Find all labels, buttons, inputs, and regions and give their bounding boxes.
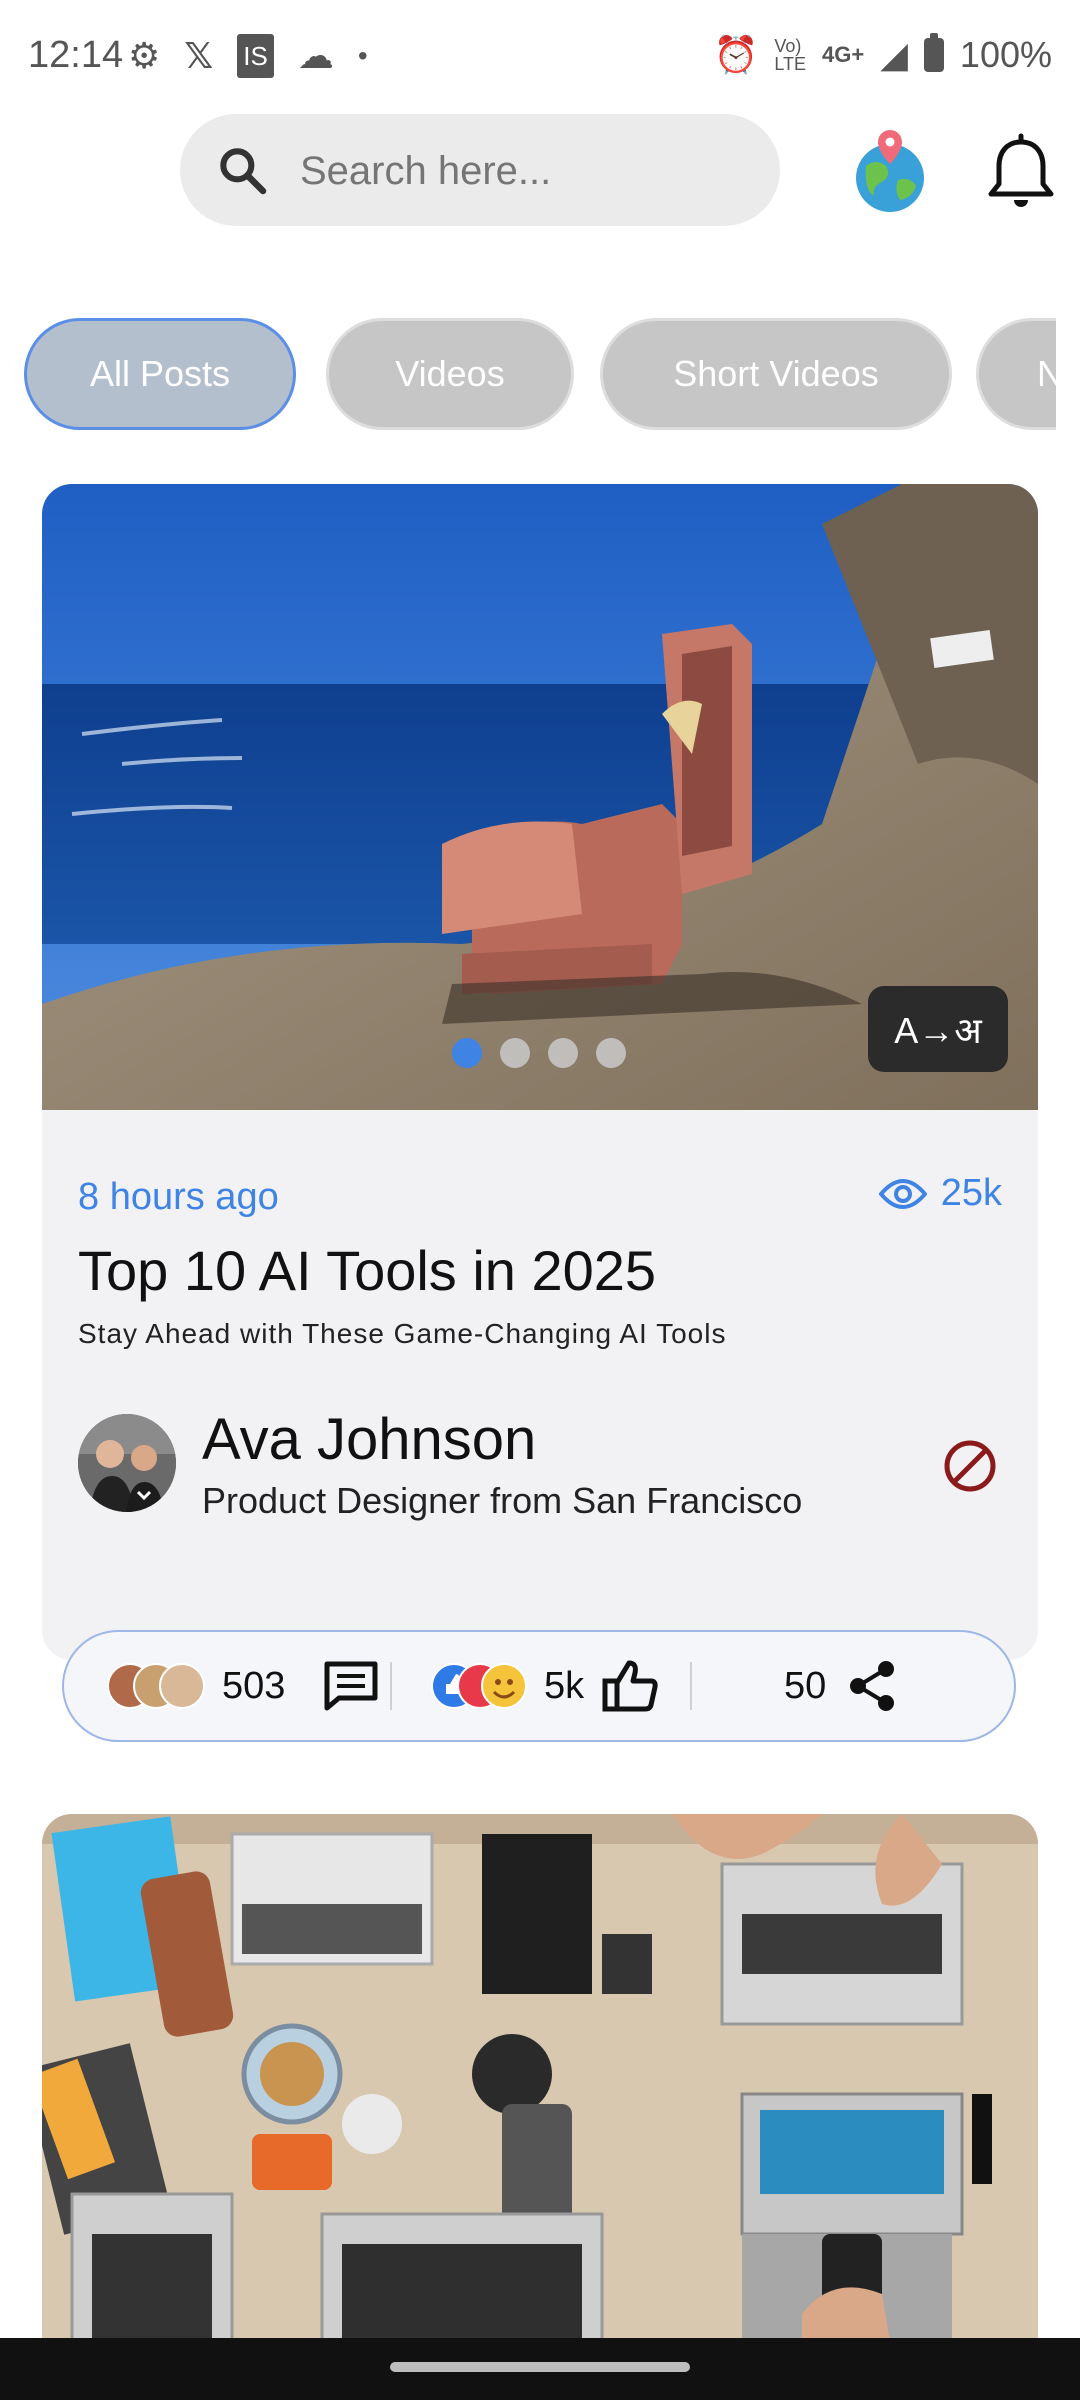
divider <box>690 1662 692 1710</box>
reaction-group[interactable]: 5k <box>430 1632 660 1740</box>
volte-icon: Vo) LTE <box>774 36 807 74</box>
share-group[interactable]: 50 <box>784 1632 898 1740</box>
home-gesture-handle[interactable] <box>390 2362 690 2372</box>
like-icon[interactable] <box>602 1659 660 1713</box>
battery-level: 100% <box>959 34 1052 75</box>
view-count-value: 25k <box>940 1172 1002 1214</box>
post-title[interactable]: Top 10 AI Tools in 2025 <box>78 1238 656 1303</box>
x-icon: 𝕏 <box>184 35 214 76</box>
post-card[interactable]: A→अ 8 hours ago 25k Top 10 AI Tools in 2… <box>42 484 1038 1660</box>
carousel-indicator <box>452 1038 626 1068</box>
battery-icon <box>923 33 944 72</box>
carousel-dot[interactable] <box>548 1038 578 1068</box>
is-icon: IS <box>237 34 274 78</box>
comment-icon[interactable] <box>323 1660 379 1712</box>
bell-icon[interactable] <box>986 132 1056 212</box>
comment-group[interactable]: 503 <box>108 1632 379 1740</box>
tab-more[interactable]: N <box>976 318 1056 430</box>
view-count: 25k <box>878 1172 1002 1215</box>
divider <box>390 1662 392 1710</box>
cloud-icon: ☁ <box>297 35 334 76</box>
alarm-icon: ⏰ <box>713 34 759 75</box>
gear-icon: ⚙ <box>128 35 161 76</box>
post-time: 8 hours ago <box>78 1176 279 1218</box>
status-right-icons: ⏰ Vo) LTE 4G+ ◢ 100% <box>713 33 1052 76</box>
avatar[interactable] <box>78 1414 176 1512</box>
tab-short-videos[interactable]: Short Videos <box>600 318 952 430</box>
globe-location-icon[interactable] <box>852 128 928 214</box>
post-image-laptops-desk[interactable] <box>42 1814 1038 2354</box>
tab-all-posts[interactable]: All Posts <box>24 318 296 430</box>
status-left-icons: ⚙ 𝕏 IS ☁ • <box>128 34 368 78</box>
block-icon[interactable] <box>942 1438 998 1494</box>
comment-count: 503 <box>222 1664 286 1707</box>
engagement-bar: 503 5k 50 <box>62 1630 1016 1742</box>
dot-icon: • <box>357 40 368 71</box>
search-input[interactable] <box>298 114 752 228</box>
carousel-dot[interactable] <box>452 1038 482 1068</box>
status-time: 12:14 <box>28 34 124 76</box>
translate-icon: A→अ <box>894 1009 982 1051</box>
search-icon <box>220 148 267 195</box>
network-label: 4G+ <box>822 42 865 67</box>
reaction-count: 5k <box>544 1664 585 1707</box>
translate-button[interactable]: A→अ <box>868 986 1008 1072</box>
category-tabs: All Posts Videos Short Videos N <box>24 314 1056 438</box>
commenter-avatars <box>108 1663 205 1709</box>
share-count: 50 <box>784 1664 827 1707</box>
author-name[interactable]: Ava Johnson <box>202 1406 536 1473</box>
search-bar[interactable] <box>180 114 780 228</box>
signal-icon: ◢ <box>880 34 908 75</box>
post-subtitle: Stay Ahead with These Game-Changing AI T… <box>78 1318 727 1349</box>
reaction-icons <box>431 1663 527 1709</box>
tab-videos[interactable]: Videos <box>326 318 574 430</box>
carousel-dot[interactable] <box>596 1038 626 1068</box>
share-icon[interactable] <box>846 1659 898 1713</box>
eye-icon <box>878 1178 927 1209</box>
author-role: Product Designer from San Francisco <box>202 1480 803 1521</box>
carousel-dot[interactable] <box>500 1038 530 1068</box>
status-bar: 12:14 ⚙ 𝕏 IS ☁ • ⏰ Vo) LTE 4G+ ◢ 100% <box>0 0 1080 110</box>
